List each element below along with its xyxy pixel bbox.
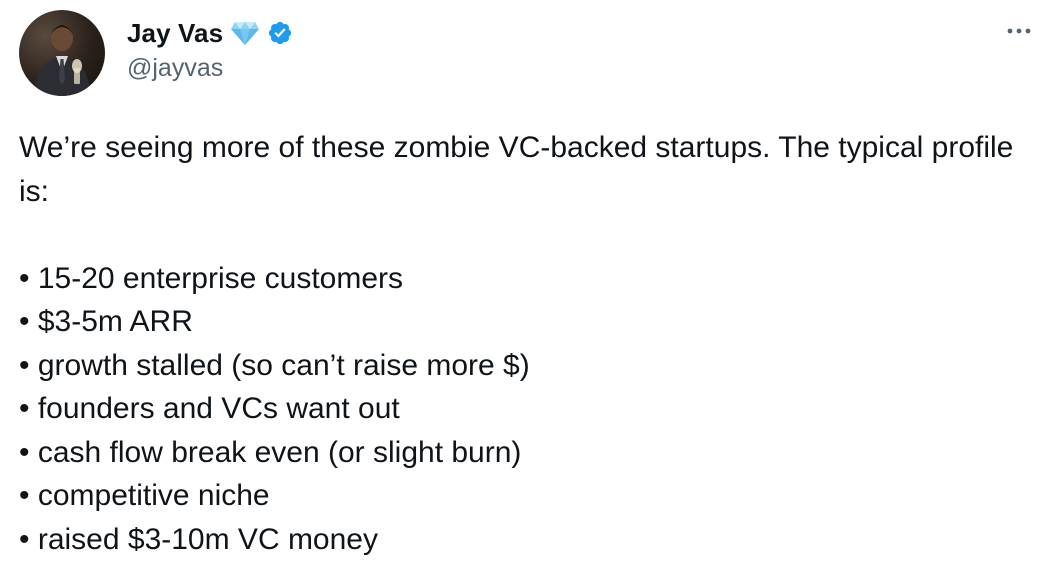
name-row: Jay Vas	[127, 14, 293, 52]
paragraph-break	[19, 213, 1029, 257]
list-item: • $3-5m ARR	[19, 305, 193, 338]
author-block: Jay Vas @jayvas	[127, 14, 293, 83]
tweet-card: Jay Vas @jayvas We’re seeing more of the…	[0, 0, 1058, 580]
verified-badge-icon[interactable]	[267, 20, 293, 46]
more-options-button[interactable]	[1002, 20, 1036, 42]
list-item: • 15-20 enterprise customers	[19, 261, 404, 295]
tweet-text: We’re seeing more of these zombie VC-bac…	[19, 126, 1029, 561]
list-item: • competitive niche	[19, 479, 270, 512]
handle[interactable]: @jayvas	[127, 54, 293, 83]
tweet-intro: We’re seeing more of these zombie VC-bac…	[19, 131, 1014, 208]
gem-icon	[230, 20, 260, 46]
list-item: • cash flow break even (or slight burn)	[19, 435, 522, 469]
bullet-list: • 15-20 enterprise customers • $3-5m ARR…	[19, 257, 1029, 562]
display-name[interactable]: Jay Vas	[127, 18, 223, 49]
more-horizontal-icon	[1006, 27, 1032, 35]
list-item: • founders and VCs want out	[19, 392, 400, 425]
avatar[interactable]	[19, 10, 105, 96]
list-item: • raised $3-10m VC money	[19, 522, 378, 556]
list-item: • growth stalled (so can’t raise more $)	[19, 348, 530, 382]
